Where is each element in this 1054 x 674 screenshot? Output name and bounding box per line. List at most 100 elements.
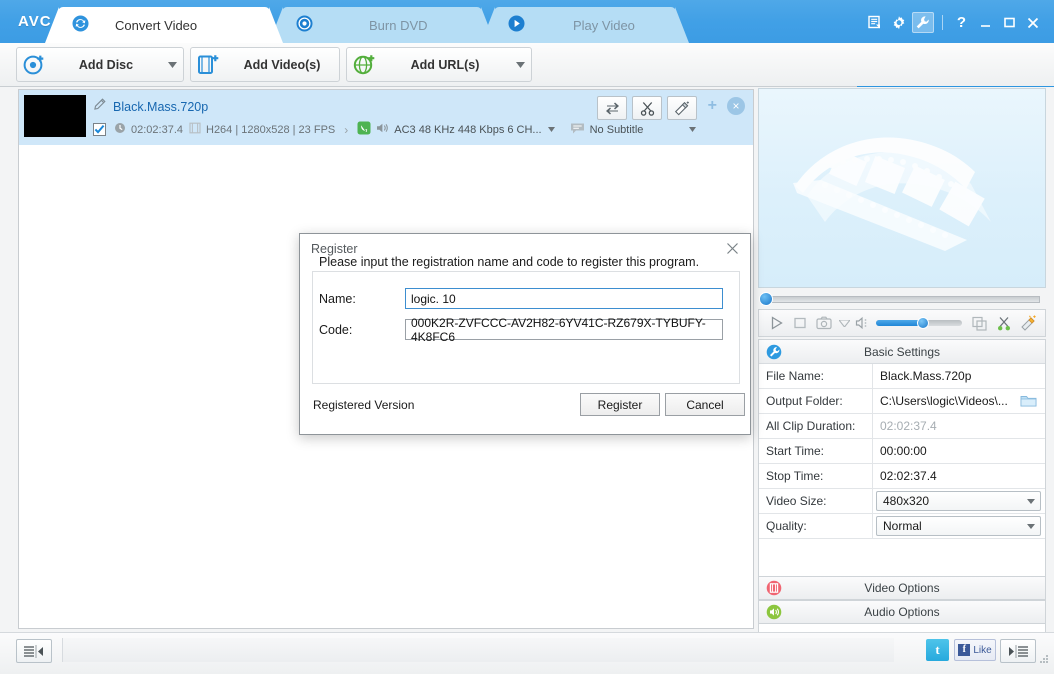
subtitle-group[interactable]: No Subtitle	[570, 122, 698, 137]
file-meta-group: 02:02:37.4 H264 | 1280x528 | 23 FPS › AC…	[93, 121, 697, 138]
help-button[interactable]: ?	[951, 14, 972, 31]
add-clip-button[interactable]: +	[708, 98, 717, 114]
row-key: All Clip Duration:	[759, 414, 873, 438]
minimize-icon[interactable]	[974, 12, 996, 33]
maximize-icon[interactable]	[998, 12, 1020, 33]
name-input[interactable]: logic. 10	[405, 288, 723, 309]
snapshot-dropdown-icon[interactable]	[837, 313, 852, 333]
rename-pencil-icon[interactable]	[93, 98, 106, 116]
folder-icon[interactable]	[1020, 393, 1037, 411]
play-icon[interactable]	[765, 313, 787, 333]
collapse-panel-icon[interactable]	[16, 639, 52, 663]
volume-knob[interactable]	[917, 317, 929, 329]
chevron-down-icon	[1022, 523, 1040, 529]
volume-slider[interactable]	[876, 316, 962, 330]
trim-scissors-icon[interactable]	[993, 313, 1015, 333]
register-button[interactable]: Register	[580, 393, 660, 416]
facebook-like-button[interactable]: f Like	[954, 639, 996, 661]
audio-options-icon	[759, 604, 789, 620]
tab-convert-video[interactable]: Convert Video	[45, 7, 283, 43]
chevron-down-icon[interactable]	[161, 61, 183, 68]
video-preview[interactable]	[758, 88, 1046, 288]
duration-group: 02:02:37.4	[114, 122, 183, 137]
row-action-buttons	[597, 96, 697, 120]
video-options-section[interactable]: Video Options	[758, 576, 1046, 600]
trim-scissors-icon[interactable]	[632, 96, 662, 120]
row-value[interactable]: Black.Mass.720p	[873, 364, 1045, 388]
add-disc-button[interactable]: Add Disc	[16, 47, 184, 82]
audio-track-icon	[357, 121, 371, 138]
application-window: AVC Convert Video Burn DVD Play Video ? …	[0, 0, 1054, 674]
tab-burn-dvd[interactable]: Burn DVD	[269, 7, 495, 43]
remove-file-button[interactable]: ×	[727, 97, 745, 115]
code-label: Code:	[319, 322, 353, 337]
effects-wand-icon[interactable]	[1017, 313, 1039, 333]
expand-panel-icon[interactable]	[1000, 639, 1036, 663]
code-input[interactable]: 000K2R-ZVFCCC-AV2H82-6YV41C-RZ679X-TYBUF…	[405, 316, 723, 344]
stop-icon[interactable]	[789, 313, 811, 333]
add-urls-icon	[347, 52, 381, 77]
wrench-icon[interactable]	[911, 12, 934, 33]
audio-info-group[interactable]: AC3 48 KHz 448 Kbps 6 CH...	[357, 121, 555, 138]
film-strip-watermark	[793, 137, 991, 251]
effects-wand-icon[interactable]	[667, 96, 697, 120]
tab-play-video[interactable]: Play Video	[481, 7, 689, 43]
audio-options-section[interactable]: Audio Options	[758, 600, 1046, 624]
video-size-select[interactable]: 480x320	[876, 491, 1041, 511]
add-disc-label: Add Disc	[78, 57, 134, 72]
twitter-share-button[interactable]: t	[926, 639, 949, 661]
snapshot-icon[interactable]	[813, 313, 835, 333]
file-checkbox[interactable]	[93, 123, 106, 136]
add-videos-button[interactable]: Add Video(s)	[190, 47, 340, 82]
row-value[interactable]: 00:00:00	[873, 439, 1045, 463]
chevron-down-icon[interactable]	[509, 61, 531, 68]
film-icon	[189, 122, 201, 137]
video-options-icon	[759, 580, 789, 596]
basic-settings-header: Basic Settings	[759, 340, 1045, 364]
seek-bar[interactable]	[758, 291, 1046, 307]
cancel-button[interactable]: Cancel	[665, 393, 745, 416]
settings-row-file-name: File Name: Black.Mass.720p	[759, 364, 1045, 389]
close-icon[interactable]	[720, 237, 744, 259]
status-progress-area	[62, 638, 894, 662]
log-icon[interactable]	[864, 12, 886, 33]
registration-status: Registered Version	[313, 398, 415, 412]
chevron-down-icon[interactable]	[547, 127, 556, 132]
tab-label: Burn DVD	[369, 17, 428, 33]
duration-label: 02:02:37.4	[131, 123, 183, 136]
row-key: Stop Time:	[759, 464, 873, 488]
video-options-label: Video Options	[864, 581, 940, 595]
quality-select[interactable]: Normal	[876, 516, 1041, 536]
clone-icon[interactable]	[969, 313, 991, 333]
icon-separator	[941, 15, 943, 30]
seek-knob[interactable]	[759, 292, 773, 306]
expand-chevron-icon[interactable]: ›	[344, 123, 348, 137]
volume-icon[interactable]	[854, 313, 872, 333]
speaker-icon	[376, 122, 389, 137]
right-panel: Basic Settings File Name: Black.Mass.720…	[758, 87, 1046, 663]
chevron-down-icon[interactable]	[688, 127, 697, 132]
table-row[interactable]: Black.Mass.720p 02:02:37.4 H264 | 1280x5…	[19, 90, 753, 145]
file-title-group: Black.Mass.720p	[93, 98, 208, 116]
row-value: C:\Users\logic\Videos\...	[880, 394, 1008, 408]
row-key: Start Time:	[759, 439, 873, 463]
code-field-row: Code: 000K2R-ZVFCCC-AV2H82-6YV41C-RZ679X…	[319, 316, 723, 344]
settings-row-quality: Quality: Normal	[759, 514, 1045, 539]
row-key: Video Size:	[759, 489, 873, 513]
main-toolbar: Add Disc Add Video(s) Add URL(s)	[0, 43, 1054, 130]
seek-track[interactable]	[764, 296, 1040, 303]
gear-icon[interactable]	[888, 12, 910, 33]
basic-settings-title: Basic Settings	[863, 344, 941, 359]
wrench-blue-icon	[759, 344, 789, 360]
add-urls-button[interactable]: Add URL(s)	[346, 47, 532, 82]
subtitle-bubble-icon	[570, 122, 585, 137]
resize-grip[interactable]	[1038, 652, 1050, 670]
file-name-label[interactable]: Black.Mass.720p	[113, 100, 208, 114]
merge-icon[interactable]	[597, 96, 627, 120]
volume-fill	[876, 320, 923, 326]
close-icon[interactable]	[1022, 12, 1044, 33]
dialog-title: Register	[311, 242, 358, 256]
row-value[interactable]: 02:02:37.4	[873, 464, 1045, 488]
row-value-wrapper[interactable]: C:\Users\logic\Videos\...	[873, 389, 1045, 413]
add-videos-label: Add Video(s)	[243, 57, 321, 72]
